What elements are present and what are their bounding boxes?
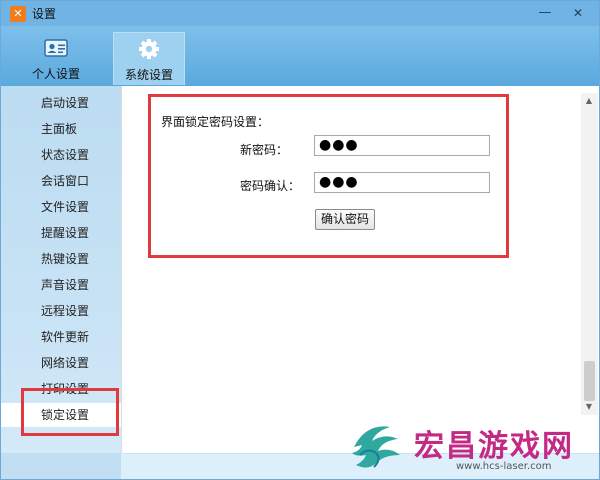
sidebar-item-remote[interactable]: 远程设置 <box>1 299 121 323</box>
title-bar: ✕ 设置 — ✕ <box>1 1 599 26</box>
sidebar-item-chat-window[interactable]: 会话窗口 <box>1 169 121 193</box>
sidebar-item-network[interactable]: 网络设置 <box>1 351 121 375</box>
watermark-text: 宏昌游戏网 <box>414 429 574 464</box>
sidebar-item-reminder[interactable]: 提醒设置 <box>1 221 121 245</box>
sidebar-item-status[interactable]: 状态设置 <box>1 143 121 167</box>
sidebar-item-hotkey[interactable]: 热键设置 <box>1 247 121 271</box>
top-toolbar: 个人设置 系统设置 <box>1 26 599 86</box>
sidebar-item-main-panel[interactable]: 主面板 <box>1 117 121 141</box>
watermark: 宏昌游戏网 www.hcs-laser.com <box>346 413 598 479</box>
tab-personal-settings[interactable]: 个人设置 <box>20 32 92 85</box>
tab-label: 系统设置 <box>124 68 173 82</box>
sidebar-item-startup[interactable]: 启动设置 <box>1 91 121 115</box>
close-button[interactable]: ✕ <box>569 4 587 22</box>
minimize-button[interactable]: — <box>536 4 554 22</box>
sidebar-footer <box>1 453 121 479</box>
scroll-down-arrow-icon[interactable]: ▼ <box>584 402 594 412</box>
vertical-scrollbar[interactable]: ▲ ▼ <box>581 93 598 415</box>
settings-window: ✕ 设置 — ✕ 个人设置 系统设置 启动设置 主面板 状态设置 会话窗口 文件… <box>0 0 600 480</box>
scroll-thumb[interactable] <box>584 361 595 401</box>
sidebar-item-file[interactable]: 文件设置 <box>1 195 121 219</box>
highlight-box-lock-nav <box>21 388 119 436</box>
window-title: 设置 <box>32 7 57 21</box>
scroll-up-arrow-icon[interactable]: ▲ <box>584 96 594 106</box>
id-card-icon <box>44 39 68 57</box>
sidebar-item-update[interactable]: 软件更新 <box>1 325 121 349</box>
tab-label: 个人设置 <box>31 67 80 81</box>
gear-icon <box>139 39 159 59</box>
sidebar-item-sound[interactable]: 声音设置 <box>1 273 121 297</box>
app-logo-icon: ✕ <box>10 5 26 22</box>
dragon-logo-icon <box>352 426 400 468</box>
tab-system-settings[interactable]: 系统设置 <box>113 32 185 85</box>
watermark-url: www.hcs-laser.com <box>456 461 552 472</box>
highlight-box-lock-form <box>148 94 509 258</box>
